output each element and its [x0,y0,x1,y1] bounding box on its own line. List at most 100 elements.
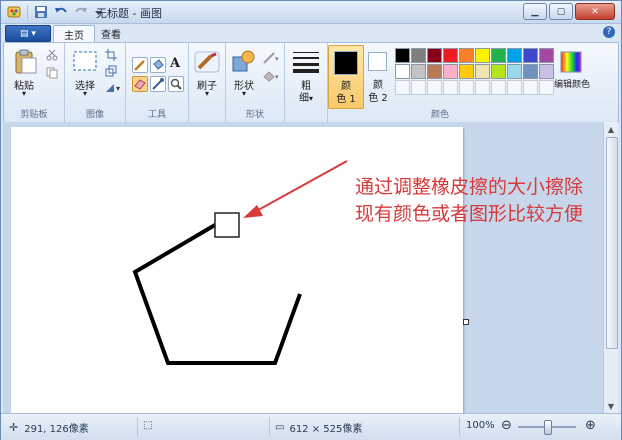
text-tool-icon[interactable]: A [168,57,182,71]
palette-swatch[interactable] [523,64,538,79]
size-button[interactable]: 细▾ [285,89,327,104]
custom-color-slot[interactable] [443,80,458,95]
scroll-thumb[interactable] [606,137,618,349]
copy-icon[interactable] [46,67,58,82]
tab-view-label: 查看 [101,29,121,41]
paste-icon[interactable] [14,49,38,78]
status-bar: ✛ 291, 126像素 ⬚ ▭ 612 × 525像素 100% ⊖ ⊕ [1,413,621,440]
palette-swatch[interactable] [475,64,490,79]
svg-text:▾: ▾ [275,73,279,81]
image-group-label: 图像 [85,110,104,120]
color1-swatch [334,51,358,75]
cursor-position: ✛ 291, 126像素 [9,420,89,435]
color-picker-icon[interactable] [150,76,166,92]
palette-swatch[interactable] [507,64,522,79]
custom-color-slot[interactable] [459,80,474,95]
palette-swatch[interactable] [459,48,474,63]
palette-swatch[interactable] [491,64,506,79]
redo-icon[interactable] [74,5,88,19]
line-size-icon[interactable] [293,51,319,76]
palette-swatch[interactable] [427,64,442,79]
eraser-cursor [214,212,240,238]
help-icon[interactable]: ? [603,26,615,38]
colors-group-label: 颜色 [430,110,449,120]
palette-swatch[interactable] [395,64,410,79]
size-group: 粗 细▾ [285,43,328,122]
annotation-arrow-line [250,160,348,215]
custom-color-slot[interactable] [523,80,538,95]
crop-icon[interactable] [105,49,117,64]
outline-icon[interactable]: ▾ [263,51,281,68]
scroll-up-icon[interactable]: ▲ [605,123,617,135]
scroll-down-icon[interactable]: ▼ [605,400,617,412]
palette-swatch[interactable] [507,48,522,63]
palette-swatch[interactable] [395,48,410,63]
paint-menu-button[interactable]: ▤ ▾ [5,25,51,42]
shapes-group: 形状 ▾ ▾ ▾ 形状 [226,43,285,122]
drawing-canvas[interactable] [11,127,463,413]
window-controls: ▁ ▢ ✕ [523,3,615,20]
palette-swatch[interactable] [411,64,426,79]
save-icon[interactable] [34,5,48,19]
color1-button[interactable]: 颜 色 1 [328,45,364,109]
shapes-group-label: 形状 [245,110,264,120]
pencil-icon[interactable] [132,57,148,73]
color1-label-2: 色 1 [336,94,356,105]
palette-swatch[interactable] [443,64,458,79]
color2-label-2: 色 2 [368,93,388,104]
eraser-icon[interactable] [132,76,148,92]
ribbon: 粘贴 ▾ 剪贴板 选择 ▾ ▾ 图像 A 工具 刷子 ▾ 形状 ▾ ▾ ▾ 形状… [3,42,619,123]
fill-bucket-icon[interactable] [150,57,166,73]
clipboard-group-label: 剪贴板 [20,110,48,120]
zoom-in-button[interactable]: ⊕ [585,418,596,433]
palette-swatch[interactable] [491,48,506,63]
clipboard-group: 粘贴 ▾ 剪贴板 [4,43,65,122]
ribbon-tabs: ▤ ▾ 主页 查看 ? [1,24,621,42]
palette-swatch[interactable] [411,48,426,63]
annotation-arrow-head-icon [243,205,263,218]
cut-icon[interactable] [46,49,58,64]
palette-swatch[interactable] [443,48,458,63]
selection-size-icon: ⬚ [143,420,153,431]
svg-text:▾: ▾ [275,55,279,63]
custom-color-slot[interactable] [475,80,490,95]
magnifier-icon[interactable] [168,76,184,92]
vertical-scrollbar[interactable]: ▲ ▼ [603,122,618,413]
select-icon[interactable] [73,51,97,74]
zoom-slider-thumb[interactable] [544,420,552,435]
canvas-resize-handle[interactable] [463,319,469,325]
custom-color-slot[interactable] [411,80,426,95]
tab-view[interactable]: 查看 [91,25,131,41]
palette-swatch[interactable] [459,64,474,79]
paint-app-icon[interactable] [7,5,21,19]
custom-color-slot[interactable] [507,80,522,95]
brushes-dropdown-chevron-icon[interactable]: ▾ [189,89,225,98]
palette-swatch[interactable] [475,48,490,63]
brush-icon[interactable] [194,51,220,76]
palette-swatch[interactable] [539,48,554,63]
zoom-out-button[interactable]: ⊖ [501,418,512,433]
shapes-icon[interactable] [231,49,257,76]
minimize-button[interactable]: ▁ [523,3,547,20]
resize-icon[interactable] [105,65,117,80]
palette-swatch[interactable] [523,48,538,63]
edit-colors-button[interactable]: 编辑颜色 [550,77,594,90]
rotate-icon[interactable]: ▾ [105,81,123,96]
fill-icon[interactable]: ▾ [263,69,281,86]
canvas-size-icon: ▭ [275,422,285,433]
shapes-dropdown-chevron-icon[interactable]: ▾ [226,89,262,98]
custom-color-slot[interactable] [395,80,410,95]
maximize-button[interactable]: ▢ [549,3,573,20]
paste-dropdown-chevron-icon[interactable]: ▾ [8,89,40,98]
canvas-size-text: 612 × 525像素 [289,424,363,435]
undo-icon[interactable] [54,5,68,19]
custom-color-slot[interactable] [491,80,506,95]
selection-size: ⬚ [143,420,152,431]
select-dropdown-chevron-icon[interactable]: ▾ [69,89,101,98]
close-button[interactable]: ✕ [575,3,615,20]
custom-color-slot[interactable] [427,80,442,95]
palette-swatch[interactable] [427,48,442,63]
tab-home[interactable]: 主页 [53,25,95,42]
zoom-level: 100% [466,420,495,431]
edit-colors-icon[interactable] [560,51,582,76]
